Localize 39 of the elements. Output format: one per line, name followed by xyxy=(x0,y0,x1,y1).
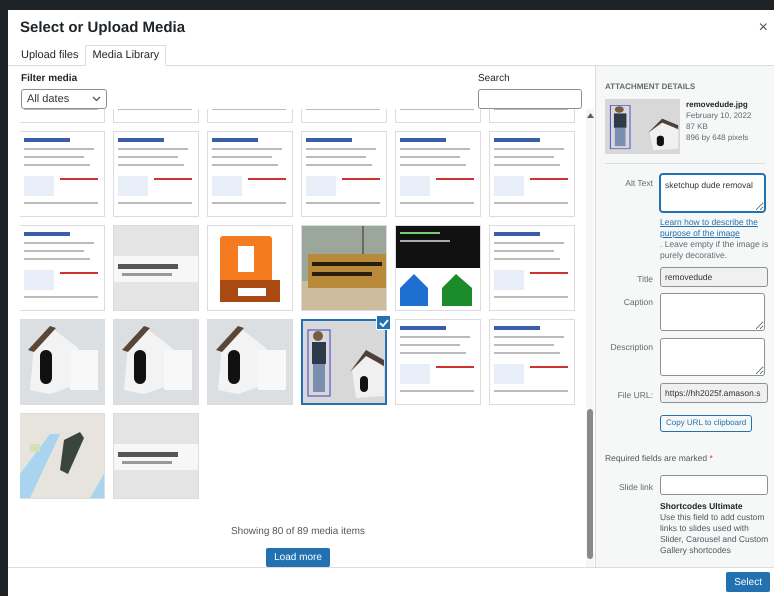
scroll-up-icon[interactable] xyxy=(586,113,594,118)
check-icon[interactable] xyxy=(376,315,391,330)
copy-url-button[interactable]: Copy URL to clipboard xyxy=(660,414,752,432)
help-link[interactable]: Learn how to describe the purpose of the image xyxy=(660,217,773,239)
search-field[interactable] xyxy=(478,89,582,109)
file-name: removedude.jpg xyxy=(686,99,749,110)
help-text: . Leave empty if the image is purely decorative. xyxy=(660,239,770,261)
field-label: Alt Text xyxy=(624,177,653,190)
tab[interactable]: Media Library xyxy=(85,45,166,66)
required-note: Required fields are marked * xyxy=(605,453,713,463)
input-field[interactable]: https://hh2025f.amason.s xyxy=(660,383,768,403)
field-label: Description xyxy=(609,341,653,354)
field-label: Title xyxy=(636,272,653,284)
close-button[interactable]: × xyxy=(758,20,768,36)
media-count: Showing 80 of 89 media items xyxy=(231,525,365,539)
filter-label: Filter media xyxy=(21,72,78,86)
upload-date: February 10, 2022 xyxy=(686,110,752,121)
date-filter-dropdown[interactable]: All dates xyxy=(21,89,107,109)
info-title: Shortcodes Ultimate xyxy=(660,501,744,512)
text-area[interactable] xyxy=(660,293,765,331)
file-size: 87 KB xyxy=(686,121,709,132)
field-label: Slide link xyxy=(618,480,653,492)
field-label: File URL: xyxy=(616,388,653,400)
image-dimensions: 896 by 648 pixels xyxy=(686,132,750,143)
input-field[interactable]: removedude xyxy=(660,267,768,287)
chevron-down-icon xyxy=(92,96,101,102)
field-label: Caption xyxy=(622,296,653,309)
text-area[interactable] xyxy=(660,338,765,376)
info-text: Use this field to add custom links to slides used with Slider, Carousel and Custom Gallery shortcodes xyxy=(660,512,770,556)
select-button[interactable]: Select xyxy=(726,572,770,592)
text-area[interactable]: sketchup dude removal xyxy=(660,174,765,212)
panel-heading: ATTACHMENT DETAILS xyxy=(605,81,696,93)
input-field[interactable] xyxy=(660,475,768,495)
scrollbar[interactable] xyxy=(586,109,594,567)
tab[interactable]: Upload files xyxy=(14,45,86,66)
window-title: Select or Upload Media xyxy=(20,18,186,38)
scroll-thumb[interactable] xyxy=(587,409,593,559)
load-more-button[interactable]: Load more xyxy=(266,548,330,567)
search-label: Search xyxy=(478,72,511,86)
